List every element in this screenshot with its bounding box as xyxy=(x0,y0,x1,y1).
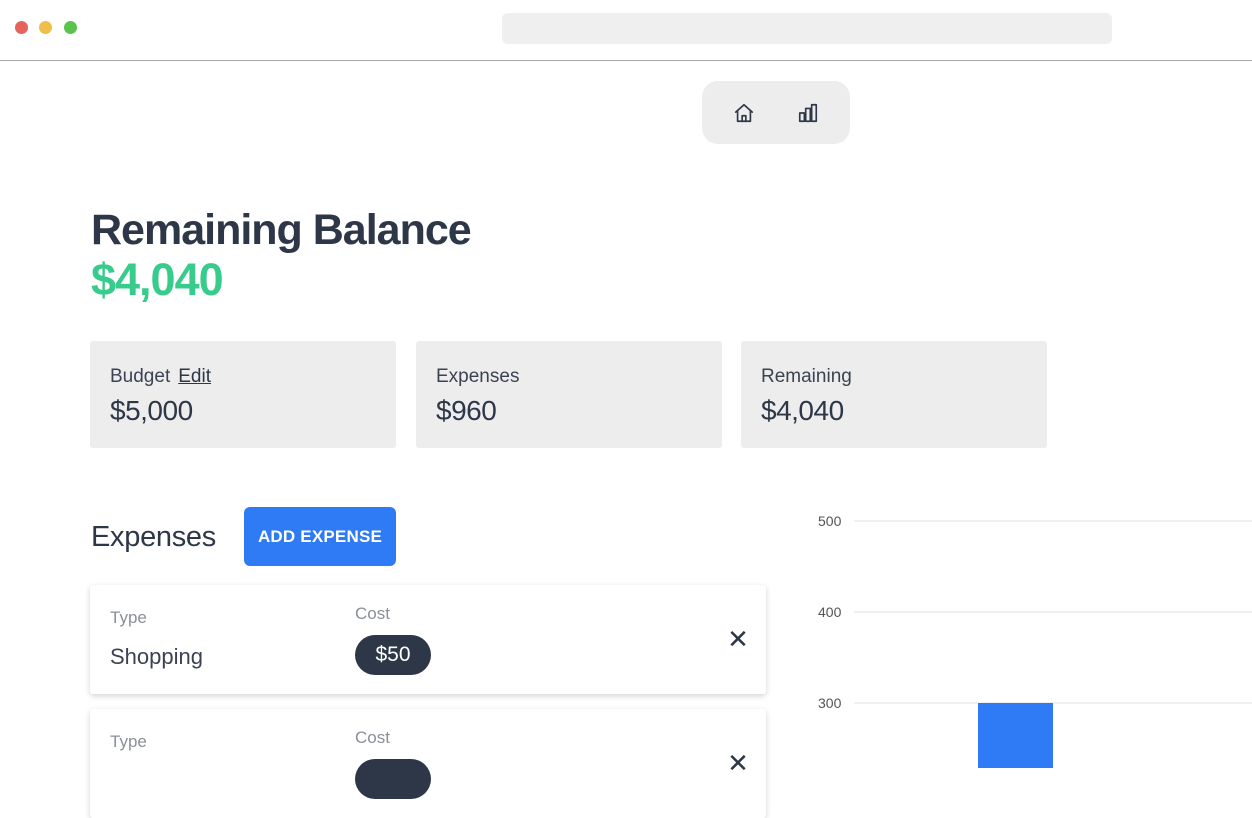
expense-chart: 500 400 300 xyxy=(800,500,1252,768)
expenses-heading: Expenses xyxy=(91,521,216,553)
remaining-card-label: Remaining xyxy=(761,366,852,387)
expenses-value: $960 xyxy=(436,395,497,426)
expense-item: Type Cost ✕ xyxy=(90,709,766,818)
expense-cost-badge xyxy=(355,759,431,799)
minimize-window-button[interactable] xyxy=(39,21,52,34)
chart-svg: 500 400 300 xyxy=(818,513,1252,768)
type-label: Type xyxy=(110,608,147,627)
y-tick-label: 500 xyxy=(818,513,842,529)
remaining-value: $4,040 xyxy=(761,395,844,426)
close-window-button[interactable] xyxy=(15,21,28,34)
page-title: Remaining Balance xyxy=(91,206,472,254)
remaining-balance-value: $4,040 xyxy=(91,254,224,305)
add-expense-button[interactable]: ADD EXPENSE xyxy=(244,507,396,566)
chart-bar xyxy=(978,703,1053,768)
budget-label: Budget xyxy=(110,366,171,387)
expense-cost-badge: $50 xyxy=(355,635,431,675)
cost-label: Cost xyxy=(355,728,390,747)
expense-type: Shopping xyxy=(110,644,203,669)
nav-chart-button[interactable] xyxy=(792,97,824,129)
expenses-card-label: Expenses xyxy=(436,366,520,387)
edit-budget-link[interactable]: Edit xyxy=(178,366,211,387)
budget-card: Budget Edit $5,000 xyxy=(90,341,396,448)
budget-value: $5,000 xyxy=(110,395,193,426)
home-icon xyxy=(734,103,754,123)
cost-label: Cost xyxy=(355,604,390,623)
remove-expense-button[interactable]: ✕ xyxy=(726,748,750,778)
nav-home-button[interactable] xyxy=(728,97,760,129)
nav-bar xyxy=(702,81,850,144)
type-label: Type xyxy=(110,732,147,751)
y-tick-label: 300 xyxy=(818,695,842,711)
maximize-window-button[interactable] xyxy=(64,21,77,34)
bar-chart-icon xyxy=(798,103,818,123)
y-tick-label: 400 xyxy=(818,604,842,620)
address-bar[interactable] xyxy=(502,13,1112,44)
expenses-card: Expenses $960 xyxy=(416,341,722,448)
remaining-card: Remaining $4,040 xyxy=(741,341,1047,448)
browser-chrome xyxy=(0,0,1252,61)
remove-expense-button[interactable]: ✕ xyxy=(726,624,750,654)
expense-item: Type Shopping Cost $50 ✕ xyxy=(90,585,766,694)
budget-card-label: Budget Edit xyxy=(110,366,211,388)
